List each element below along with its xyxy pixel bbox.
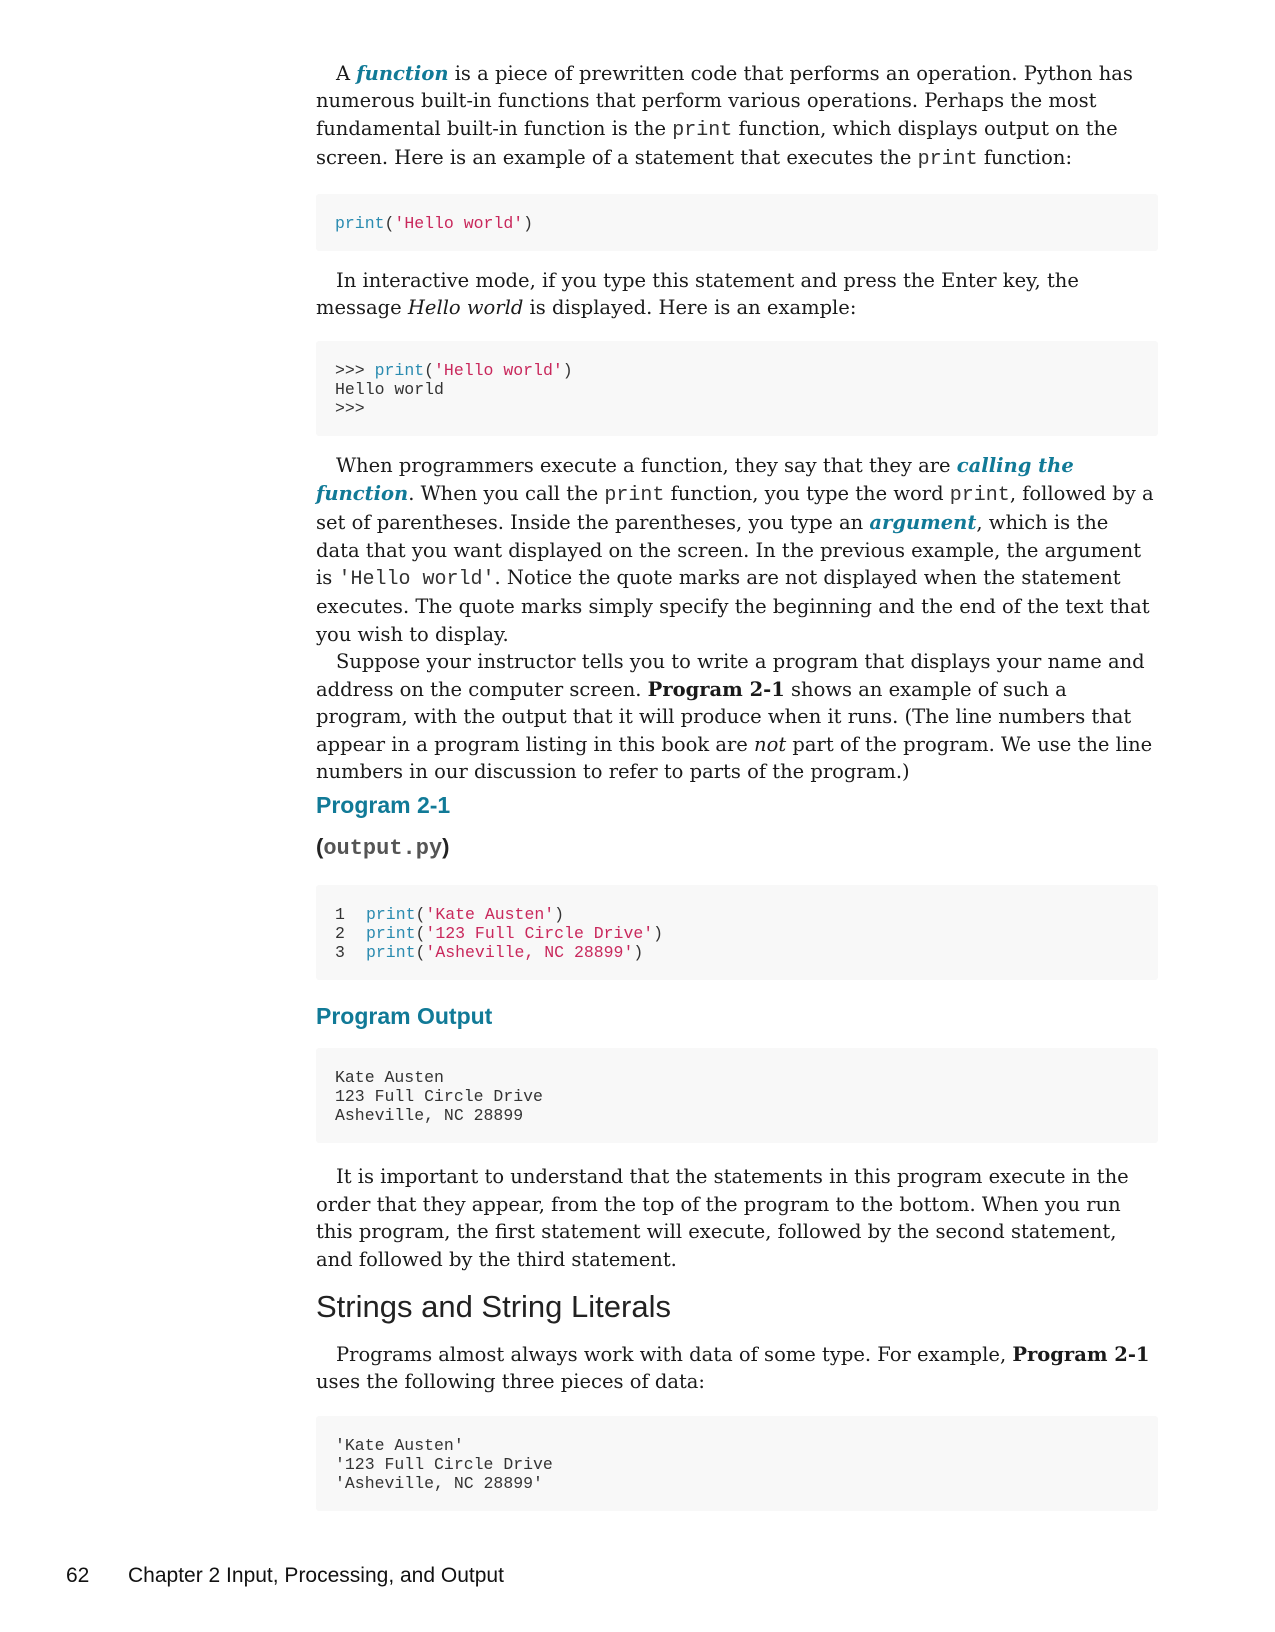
program-reference: Program 2-1 <box>1012 1342 1150 1366</box>
code-prompt: >>> <box>335 361 375 381</box>
code-line: 123 Full Circle Drive <box>335 1087 543 1107</box>
code-block-print-example: print('Hello world') <box>316 193 1158 251</box>
code-keyword: print <box>335 213 385 233</box>
emphasis-not: not <box>754 732 787 756</box>
code-punct: ( <box>415 924 426 944</box>
term-argument: argument <box>869 511 977 535</box>
code-line: '123 Full Circle Drive <box>335 1454 553 1474</box>
paragraph-execution-order: It is important to understand that the s… <box>316 1165 1129 1271</box>
paragraph-function-intro: A function is a piece of prewritten code… <box>316 60 1158 174</box>
code-prompt: >>> <box>335 399 365 419</box>
code-punct: ( <box>424 361 435 381</box>
text: When programmers execute a function, the… <box>336 454 957 478</box>
code-block-string-data: 'Kate Austen' '123 Full Circle Drive 'As… <box>316 1415 1158 1511</box>
program-filename: (output.py) <box>316 833 1158 863</box>
page-content: A function is a piece of prewritten code… <box>316 60 1158 1511</box>
code-line: 'Asheville, NC 28899' <box>335 1473 543 1493</box>
code-string: '123 Full Circle Drive' <box>425 924 654 944</box>
chapter-title: Chapter 2 Input, Processing, and Output <box>128 1564 504 1587</box>
paragraph-program-intro: Suppose your instructor tells you to wri… <box>316 648 1158 785</box>
paragraph-calling-function: When programmers execute a function, the… <box>316 452 1158 648</box>
filename-text: output.py <box>323 836 443 862</box>
text: uses the following three pieces of data: <box>316 1370 706 1394</box>
code-line: Asheville, NC 28899 <box>335 1106 524 1126</box>
code-punct: ) <box>523 213 534 233</box>
text: ) <box>442 834 450 860</box>
code-punct: ) <box>633 943 644 963</box>
line-number: 1 <box>335 905 345 925</box>
term-function: function <box>356 62 449 85</box>
inline-code-print: print <box>949 483 1010 507</box>
code-punct: ) <box>562 361 573 381</box>
emphasis-hello-world: Hello world <box>407 296 524 320</box>
inline-code-print: print <box>672 118 733 142</box>
program-output-heading: Program Output <box>316 1003 493 1030</box>
code-block-program-2-1: 1 print('Kate Austen') 2 print('123 Full C… <box>316 885 1158 981</box>
inline-code-print: print <box>917 148 978 172</box>
code-keyword: print <box>374 361 425 381</box>
line-number: 2 <box>335 924 345 944</box>
text: is displayed. Here is an example: <box>523 296 857 320</box>
text: Programs almost always work with data of… <box>336 1342 1013 1366</box>
code-keyword: print <box>366 943 416 963</box>
code-line: 3 print('Asheville, NC 28899') <box>335 943 643 962</box>
code-punct: ( <box>415 943 426 963</box>
code-line: 1 print('Kate Austen') <box>335 905 564 924</box>
code-output: Hello world <box>335 380 444 400</box>
code-punct: ) <box>653 924 664 944</box>
page-number: 62 <box>66 1564 90 1587</box>
code-line: 2 print('123 Full Circle Drive') <box>335 924 663 943</box>
text: function: <box>977 146 1073 170</box>
code-block-interactive-example: >>> print('Hello world') Hello world >>> <box>316 341 1158 437</box>
code-punct: ) <box>554 905 565 925</box>
program-reference: Program 2-1 <box>647 677 785 701</box>
code-line: 'Kate Austen' <box>335 1435 464 1455</box>
page-footer: 62 Chapter 2 Input, Processing, and Outpu… <box>66 1564 504 1588</box>
inline-code-hello-world: 'Hello world' <box>338 568 495 592</box>
code-block-program-output: Kate Austen 123 Full Circle Drive Ashevi… <box>316 1048 1158 1144</box>
code-string: 'Hello world' <box>394 213 524 233</box>
text: function, you type the word <box>664 481 950 505</box>
text: . When you call the <box>408 481 605 505</box>
text: A <box>336 62 357 85</box>
code-keyword: print <box>366 924 416 944</box>
code-string: 'Asheville, NC 28899' <box>425 943 634 963</box>
code-string: 'Kate Austen' <box>425 905 555 925</box>
code-punct: ( <box>384 213 395 233</box>
section-heading: Strings and String Literals <box>316 1288 671 1324</box>
code-keyword: print <box>366 905 416 925</box>
paragraph-interactive-mode: In interactive mode, if you type this st… <box>316 267 1158 322</box>
code-punct: ( <box>415 905 426 925</box>
line-number: 3 <box>335 943 345 963</box>
inline-code-print: print <box>604 483 665 507</box>
program-heading: Program 2-1 <box>316 792 451 819</box>
code-line: Kate Austen <box>335 1068 444 1088</box>
paragraph-strings-intro: Programs almost always work with data of… <box>316 1341 1158 1396</box>
code-string: 'Hello world' <box>434 361 563 381</box>
